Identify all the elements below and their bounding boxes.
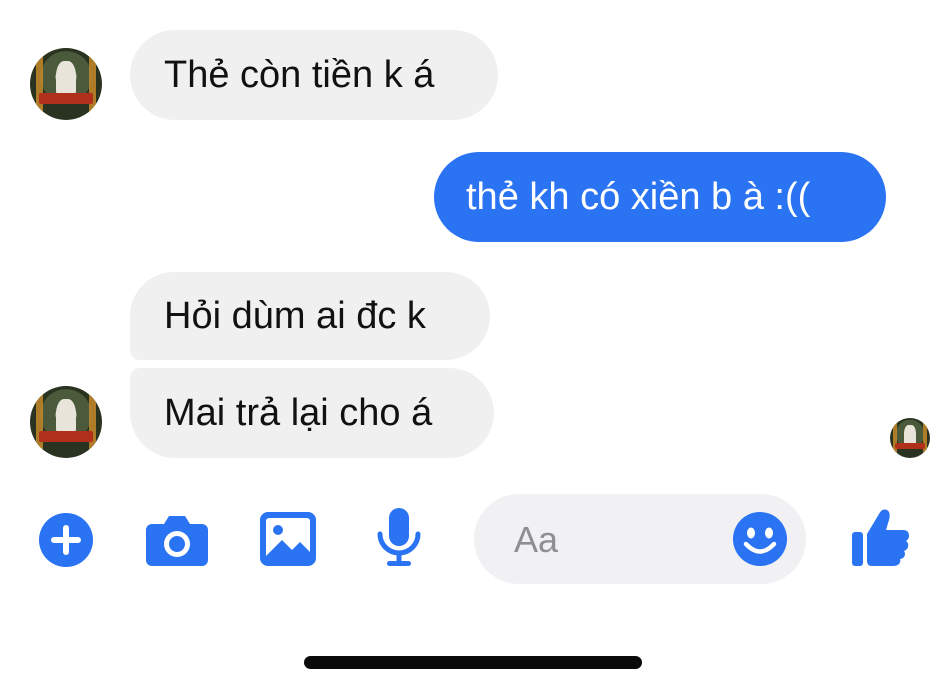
message-input[interactable] [512,516,736,564]
thumbs-up-icon [852,509,909,566]
message-composer[interactable] [474,494,806,584]
message-bubble-incoming[interactable]: Mai trả lại cho á [130,368,494,458]
camera-icon [146,516,208,566]
message-bubble-incoming[interactable]: Hỏi dùm ai đc k [130,272,490,360]
emoji-icon [733,512,787,566]
message-text: Hỏi dùm ai đc k [164,295,426,337]
home-indicator[interactable] [304,656,642,669]
message-bubble-outgoing[interactable]: thẻ kh có xiền b à :(( [434,152,886,242]
plus-button[interactable] [38,512,94,568]
message-text: Mai trả lại cho á [164,392,433,434]
contact-avatar[interactable] [30,48,102,120]
message-text: thẻ kh có xiền b à :(( [466,176,811,218]
emoji-button[interactable] [732,511,788,567]
plus-icon [39,513,93,567]
message-text: Thẻ còn tiền k á [164,54,435,96]
seen-receipt-avatar [890,418,930,458]
contact-avatar[interactable] [30,386,102,458]
voice-button[interactable] [376,508,422,568]
gallery-button[interactable] [260,512,316,566]
microphone-icon [377,508,421,566]
image-icon [260,512,316,566]
message-bubble-incoming[interactable]: Thẻ còn tiền k á [130,30,498,120]
camera-button[interactable] [146,514,208,566]
like-button[interactable] [852,506,910,566]
